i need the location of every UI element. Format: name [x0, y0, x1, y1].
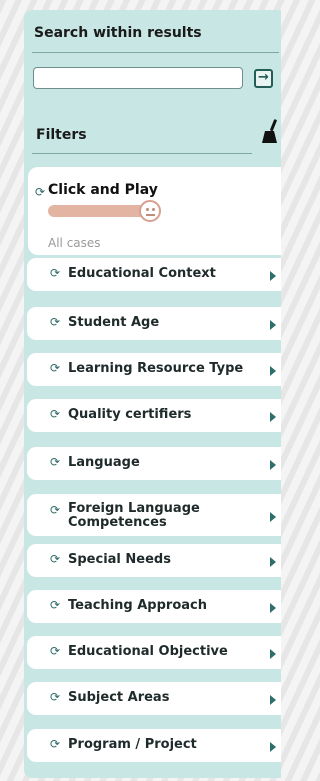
refresh-icon: ⟳ [50, 315, 61, 329]
filter-label: Educational Context [68, 266, 216, 281]
face-eye [146, 208, 149, 211]
chevron-right-icon [270, 742, 276, 752]
filter-label: Program / Project [68, 737, 197, 752]
divider [32, 52, 279, 53]
filter-teaching-approach[interactable]: ⟳ Teaching Approach [27, 590, 281, 623]
chevron-right-icon [270, 649, 276, 659]
refresh-icon: ⟳ [50, 598, 61, 612]
filter-learning-resource-type[interactable]: ⟳ Learning Resource Type [27, 353, 281, 386]
broom-icon[interactable] [260, 118, 280, 144]
click-and-play-card: ⟳ Click and Play All cases [28, 167, 281, 255]
refresh-icon: ⟳ [50, 737, 61, 751]
chevron-right-icon [270, 366, 276, 376]
chevron-right-icon [270, 320, 276, 330]
filter-label: Quality certifiers [68, 407, 192, 422]
filter-educational-context[interactable]: ⟳ Educational Context [27, 258, 281, 291]
refresh-icon: ⟳ [50, 644, 61, 658]
search-title: Search within results [34, 25, 202, 41]
face-mouth [146, 214, 155, 216]
refresh-icon[interactable]: ⟳ [35, 185, 45, 199]
refresh-icon: ⟳ [50, 266, 61, 280]
refresh-icon: ⟳ [50, 690, 61, 704]
chevron-right-icon [270, 512, 276, 522]
search-input[interactable] [33, 67, 243, 89]
filters-title: Filters [36, 127, 87, 143]
filter-label: Learning Resource Type [68, 361, 244, 376]
search-go-button[interactable]: → [254, 69, 273, 88]
filter-subject-areas[interactable]: ⟳ Subject Areas [27, 682, 281, 715]
face-eye [152, 208, 155, 211]
filter-quality-certifiers[interactable]: ⟳ Quality certifiers [27, 399, 281, 432]
filter-label: Student Age [68, 315, 160, 330]
filter-educational-objective[interactable]: ⟳ Educational Objective [27, 636, 281, 669]
filter-label: Teaching Approach [68, 598, 207, 613]
click-and-play-slider[interactable] [48, 205, 148, 217]
chevron-right-icon [270, 271, 276, 281]
filter-label: Language [68, 455, 140, 470]
refresh-icon: ⟳ [50, 407, 61, 421]
divider [32, 153, 252, 154]
click-and-play-subtitle: All cases [48, 236, 101, 250]
refresh-icon: ⟳ [50, 455, 61, 469]
chevron-right-icon [270, 695, 276, 705]
filter-program-project[interactable]: ⟳ Program / Project [27, 729, 281, 762]
arrow-right-box-icon: → [258, 70, 269, 85]
neutral-face-icon[interactable] [139, 200, 161, 222]
chevron-right-icon [270, 460, 276, 470]
refresh-icon: ⟳ [50, 552, 61, 566]
chevron-right-icon [270, 603, 276, 613]
filter-label: Educational Objective [68, 644, 228, 659]
filter-language[interactable]: ⟳ Language [27, 447, 281, 480]
click-and-play-title[interactable]: Click and Play [48, 182, 158, 198]
filter-special-needs[interactable]: ⟳ Special Needs [27, 544, 281, 577]
filter-label: Special Needs [68, 552, 171, 567]
filter-label: Foreign Language Competences [68, 501, 200, 530]
filter-label: Subject Areas [68, 690, 170, 705]
chevron-right-icon [270, 557, 276, 567]
refresh-icon: ⟳ [50, 361, 61, 375]
filter-foreign-language-competences[interactable]: ⟳ Foreign Language Competences [27, 494, 281, 536]
filter-student-age[interactable]: ⟳ Student Age [27, 307, 281, 340]
chevron-right-icon [270, 412, 276, 422]
refresh-icon: ⟳ [50, 503, 61, 517]
